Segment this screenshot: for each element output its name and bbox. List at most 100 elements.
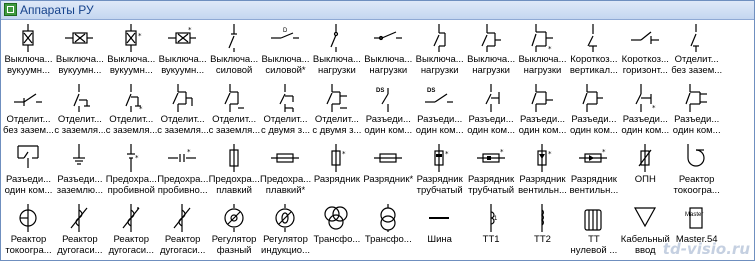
stencil-arrester-valve[interactable]: * Разрядник вентильн... xyxy=(517,140,568,200)
stencil-isolator-earth[interactable]: Разъеди... заземлю... xyxy=(54,140,105,200)
stencil-disconnector-earth-4[interactable]: Отделит... с заземля... xyxy=(209,80,260,140)
stencil-switch-load-3[interactable]: Выключа... нагрузки xyxy=(414,20,465,80)
disc-2e-icon xyxy=(279,84,294,112)
stencil-isolator-one-4[interactable]: Разъеди... один ком... xyxy=(517,80,568,140)
iso-gnd-icon xyxy=(73,144,86,165)
stencil-isolator-one-6[interactable]: * Разъеди... один ком... xyxy=(620,80,671,140)
stencil-disconnector-earth-3[interactable]: Отделит... с заземля... xyxy=(157,80,208,140)
stencil-switch-load-5[interactable]: * Выключа... нагрузки xyxy=(517,20,568,80)
stencil-arrester-valve-2[interactable]: * Разрядник вентильн... xyxy=(568,140,619,200)
stencil-disconnector-two-2[interactable]: Отделит... с двумя з... xyxy=(311,80,362,140)
svg-text:Master: Master xyxy=(685,212,703,218)
stencil-transformer-2[interactable]: Трансфо... xyxy=(363,200,414,260)
sw-bracket2-icon xyxy=(481,24,501,52)
stencil-disconnector-earth[interactable]: Отделит... с заземля... xyxy=(54,80,105,140)
stencil-label-line2: нагрузки xyxy=(369,65,408,76)
box-x-star-icon: * xyxy=(125,24,142,52)
stencil-label-line2: трубчатый xyxy=(468,185,515,196)
svg-text:*: * xyxy=(652,104,656,112)
stencil-label-line1: Реактор xyxy=(164,234,201,245)
stencil-label-line1: Короткоз... xyxy=(570,54,618,65)
stencil-label: Короткоз... вертикал... xyxy=(568,54,619,76)
fuse-pb-icon: * xyxy=(126,144,139,172)
stencil-opn[interactable]: ОПН xyxy=(620,140,671,200)
svg-text:*: * xyxy=(135,154,139,162)
disc-h-icon xyxy=(14,93,42,106)
stencil-disconnector-two[interactable]: Отделит... с двумя з... xyxy=(260,80,311,140)
stencil-label-line2: один ком... xyxy=(672,125,721,136)
stencil-fuse-fusible-2[interactable]: Предохра... плавкий* xyxy=(260,140,311,200)
stencil-reactor-current[interactable]: Реактор токоогра... xyxy=(671,140,722,200)
stencil-label: Отделит... с заземля... xyxy=(209,114,260,136)
stencil-reactor-arc-2[interactable]: Реактор дугогаси... xyxy=(106,200,157,260)
stencil-isolator-one[interactable]: DS Разъеди... один ком... xyxy=(363,80,414,140)
svg-text:D: D xyxy=(283,28,288,34)
svg-text:*: * xyxy=(139,105,143,112)
iso-bracket-icon xyxy=(17,145,39,168)
stencil-reactor-arc-3[interactable]: Реактор дугогаси... xyxy=(157,200,208,260)
reg2-icon xyxy=(275,204,295,232)
stencil-switch-power[interactable]: Выключа... силовой xyxy=(209,20,260,80)
stencil-regulator-ind[interactable]: Регулятор индукцио... xyxy=(260,200,311,260)
stencil-isolator-one-3[interactable]: Разъеди... один ком... xyxy=(466,80,517,140)
stencil-label-line1: Шина xyxy=(427,234,452,245)
stencil-shorter-vertical[interactable]: Короткоз... вертикал... xyxy=(568,20,619,80)
stencil-label: Разрядник вентильн... xyxy=(568,174,619,196)
stencil-switch-load-2[interactable]: Выключа... нагрузки xyxy=(363,20,414,80)
stencil-transformer[interactable]: Трансфо... xyxy=(311,200,362,260)
stencil-label: Разъеди... один ком... xyxy=(568,114,619,136)
sc-h-icon xyxy=(630,31,659,44)
stencil-fuse-fusible[interactable]: Предохра... плавкий xyxy=(209,140,260,200)
stencil-isolator-one-7[interactable]: Разъеди... один ком... xyxy=(671,80,722,140)
stencil-label-line2: один ком... xyxy=(364,125,413,136)
stencil-disconnector-earth-2[interactable]: * Отделит... с заземля... xyxy=(106,80,157,140)
stencil-switch-vacuum[interactable]: Выключа... вукуумн... xyxy=(3,20,54,80)
stencil-arrester-tube[interactable]: * Разрядник трубчатый xyxy=(414,140,465,200)
stencil-reactor-arc[interactable]: Реактор дугогаси... xyxy=(54,200,105,260)
stencil-window: Аппараты РУ Выключа... вукуумн... Выключа.… xyxy=(0,0,755,261)
stencil-label-line2: пробивной xyxy=(107,185,155,196)
iso-e2-icon xyxy=(531,84,553,112)
arr-tube-h-icon: * xyxy=(476,148,505,163)
stencil-label-line2: с заземля... xyxy=(157,125,209,136)
stencil-disconnector-2[interactable]: Отделит... без зазем... xyxy=(3,80,54,140)
stencil-ct2[interactable]: ТТ2 xyxy=(517,200,568,260)
stencil-bus[interactable]: Шина xyxy=(414,200,465,260)
stencil-switch-vacuum-3[interactable]: * Выключа... вукуумн... xyxy=(106,20,157,80)
stencil-label: Выключа... нагрузки xyxy=(311,54,362,76)
stencil-label-line2: силовой* xyxy=(265,65,306,76)
stencil-switch-power-2[interactable]: D Выключа... силовой* xyxy=(260,20,311,80)
stencil-label-line2: вентильн... xyxy=(518,185,567,196)
stencil-switch-vacuum-4[interactable]: * Выключа... вукуумн... xyxy=(157,20,208,80)
stencil-label-line2: один ком... xyxy=(467,125,515,136)
stencil-switch-load[interactable]: Выключа... нагрузки xyxy=(311,20,362,80)
stencil-switch-load-4[interactable]: Выключа... нагрузки xyxy=(466,20,517,80)
stencil-label-line1: Разрядник* xyxy=(363,174,414,185)
stencil-title: Аппараты РУ xyxy=(20,3,94,17)
stencil-titlebar[interactable]: Аппараты РУ xyxy=(1,1,754,20)
stencil-label-line2: с заземля... xyxy=(54,125,106,136)
stencil-arrester-tube-2[interactable]: * Разрядник трубчатый xyxy=(466,140,517,200)
stencil-label-line1: Выключа... xyxy=(364,54,413,65)
stencil-fuse-breakdown[interactable]: * Предохра... пробивной xyxy=(106,140,157,200)
stencil-shorter-horizontal[interactable]: Короткоз... горизонт... xyxy=(620,20,671,80)
iso-ds2-icon: DS xyxy=(425,88,454,103)
stencil-label-line1: Выключа... xyxy=(415,54,464,65)
stencil-reactor-current-2[interactable]: Реактор токоогра... xyxy=(3,200,54,260)
stencil-isolator-one-2[interactable]: DS Разъеди... один ком... xyxy=(414,80,465,140)
stencil-label: Выключа... силовой xyxy=(209,54,260,76)
stencil-isolator-one-8[interactable]: Разъеди... один ком... xyxy=(3,140,54,200)
stencil-ct1[interactable]: 1 ТТ1 xyxy=(466,200,517,260)
stencil-fuse-breakdown-2[interactable]: * Предохра... пробивно... xyxy=(157,140,208,200)
stencil-arrester[interactable]: * Разрядник xyxy=(311,140,362,200)
stencil-ct-zero[interactable]: ТТ нулевой ... xyxy=(568,200,619,260)
stencil-arrester-2[interactable]: Разрядник* xyxy=(363,140,414,200)
stencil-isolator-one-5[interactable]: Разъеди... один ком... xyxy=(568,80,619,140)
stencil-label-line1: Отделит... xyxy=(6,114,51,125)
stencil-label-line2: вукуумн... xyxy=(7,65,50,76)
stencil-regulator-phase[interactable]: Регулятор фазный xyxy=(209,200,260,260)
stencil-switch-vacuum-2[interactable]: Выключа... вукуумн... xyxy=(54,20,105,80)
stencil-label-line2: дугогаси... xyxy=(108,245,154,256)
stencil-label-line2: фазный xyxy=(216,245,252,256)
stencil-disconnector[interactable]: Отделит... без зазем... xyxy=(671,20,722,80)
